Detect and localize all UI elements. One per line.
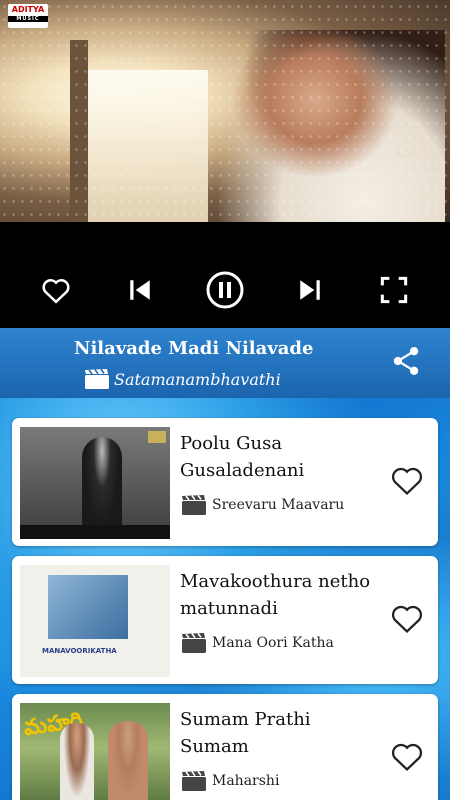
previous-icon [130,280,150,300]
thumb-person [60,723,94,800]
song-favorite-button[interactable] [390,602,424,638]
song-movie-row: Mana Oori Katha [180,632,334,654]
song-favorite-button[interactable] [390,740,424,776]
song-thumbnail: మహర్షి [20,703,170,800]
clapperboard-icon [85,368,109,389]
song-movie: Maharshi [212,773,280,789]
song-movie: Mana Oori Katha [212,635,334,651]
share-icon [393,347,419,375]
next-button[interactable] [290,270,330,310]
song-thumbnail [20,427,170,539]
heart-outline-icon [392,467,422,496]
thumb-poster-photo [48,575,128,639]
song-movie-row: Sreevaru Maavaru [180,494,344,516]
thumb-letterbox [20,525,170,539]
player-controls [0,222,450,328]
now-playing-bar: Nilavade Madi Nilavade Satamanambhavathi [0,328,450,398]
song-title: Poolu Gusa Gusaladenani [180,433,305,481]
thumb-text: MANAVOORIKATHA [42,647,117,655]
heart-outline-icon [392,743,422,772]
next-icon [300,280,320,300]
now-playing-movie: Satamanambhavathi [114,369,281,389]
now-playing-title: Nilavade Madi Nilavade [74,338,314,359]
song-card[interactable]: MANAVOORIKATHA Mavakoothura netho matunn… [12,556,438,684]
song-thumbnail: MANAVOORIKATHA [20,565,170,677]
heart-outline-icon [392,605,422,634]
fullscreen-button[interactable] [374,270,414,310]
thumb-person [108,721,148,800]
clapperboard-icon [182,494,206,515]
song-title: Sumam Prathi Sumam [180,709,311,757]
song-list[interactable]: Poolu Gusa Gusaladenani Sreevaru Maavaru… [0,398,450,800]
video-watermark: ADITYA [394,150,436,160]
song-movie: Sreevaru Maavaru [212,497,345,513]
song-title: Mavakoothura netho matunnadi [180,571,371,619]
pause-icon [206,271,244,309]
song-favorite-button[interactable] [390,464,424,500]
pause-button[interactable] [205,270,245,310]
favorite-button[interactable] [36,270,76,310]
share-button[interactable] [392,346,420,380]
thumb-figure [82,437,122,537]
fullscreen-icon [380,276,408,304]
previous-button[interactable] [120,270,160,310]
song-card[interactable]: మహర్షి Sumam Prathi Sumam Maharshi [12,694,438,800]
clapperboard-icon [182,770,206,791]
video-rain [0,0,450,222]
logo-subtext: MUSIC [8,16,48,22]
video-player[interactable]: ADITYA MUSIC ADITYA [0,0,450,222]
song-movie-row: Maharshi [180,770,279,792]
aditya-music-logo: ADITYA MUSIC [8,4,48,28]
song-card[interactable]: Poolu Gusa Gusaladenani Sreevaru Maavaru [12,418,438,546]
thumb-stamp [148,431,166,443]
now-playing-movie-row: Satamanambhavathi [84,368,281,390]
clapperboard-icon [182,632,206,653]
heart-outline-icon [42,279,70,304]
logo-text: ADITYA [11,5,45,14]
